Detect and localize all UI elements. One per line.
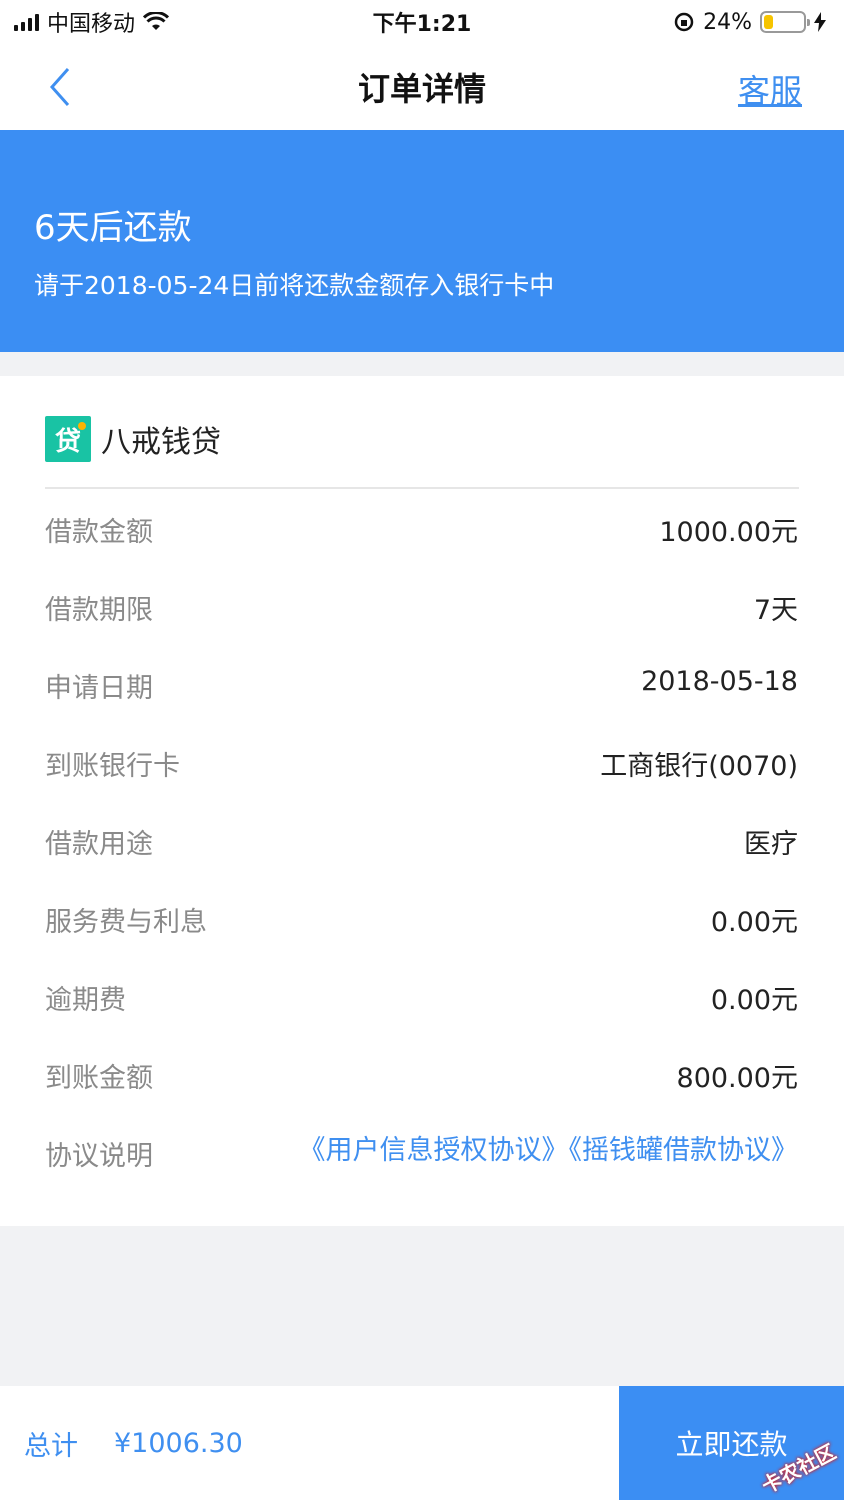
customer-service-link[interactable]: 客服: [738, 66, 802, 112]
nav-bar: 订单详情 客服: [0, 44, 844, 130]
detail-row-agreements: 协议说明 《用户信息授权协议》《摇钱罐借款协议》: [45, 1134, 798, 1214]
wifi-icon: [143, 12, 170, 30]
bottom-bar: 总计 ¥1006.30 立即还款 卡农社区: [0, 1386, 844, 1500]
agreement-links: 《用户信息授权协议》《摇钱罐借款协议》: [298, 1134, 799, 1168]
detail-label: 到账银行卡: [45, 751, 180, 782]
battery-icon: [760, 11, 810, 33]
banner-title: 6天后还款: [34, 208, 192, 248]
detail-row-apply-date: 申请日期 2018-05-18: [45, 666, 798, 706]
back-button[interactable]: [40, 62, 80, 112]
detail-label: 协议说明: [45, 1141, 153, 1172]
loan-agreement-link[interactable]: 《摇钱罐借款协议》: [569, 1135, 799, 1166]
charging-icon: [814, 12, 826, 32]
detail-value: 800.00元: [676, 1063, 798, 1094]
detail-row-overdue-fee: 逾期费 0.00元: [45, 978, 798, 1018]
detail-row-loan-term: 借款期限 7天: [45, 588, 798, 628]
detail-label: 借款期限: [45, 595, 153, 626]
detail-label: 到账金额: [45, 1063, 153, 1094]
detail-label: 服务费与利息: [45, 907, 207, 938]
battery-level: [764, 15, 774, 29]
carrier-label: 中国移动: [47, 12, 136, 37]
repay-now-button[interactable]: 立即还款 卡农社区: [619, 1386, 844, 1500]
order-detail-card: 贷 八戒钱贷 借款金额 1000.00元 借款期限 7天 申请日期 2018-0…: [0, 376, 844, 1226]
signal-icon: [14, 13, 39, 31]
detail-row-loan-purpose: 借款用途 医疗: [45, 822, 798, 862]
detail-row-loan-amount: 借款金额 1000.00元: [45, 510, 798, 550]
status-right: 24%: [673, 10, 826, 35]
detail-row-received-amount: 到账金额 800.00元: [45, 1056, 798, 1096]
status-bar: 中国移动 下午1:21 24%: [0, 0, 844, 44]
status-left: 中国移动: [14, 6, 170, 38]
detail-row-service-fee: 服务费与利息 0.00元: [45, 900, 798, 940]
detail-label: 申请日期: [45, 673, 153, 704]
rotation-lock-icon: [674, 12, 694, 32]
detail-value: 工商银行(0070): [600, 751, 798, 782]
repay-now-label: 立即还款: [675, 1429, 788, 1460]
detail-value: 0.00元: [710, 907, 798, 938]
detail-label: 借款金额: [45, 517, 153, 548]
page-title: 订单详情: [357, 70, 486, 108]
chevron-left-icon: [49, 68, 70, 106]
lender-name: 八戒钱贷: [101, 425, 221, 460]
repayment-banner: 6天后还款 请于2018-05-24日前将还款金额存入银行卡中: [0, 130, 844, 352]
detail-label: 逾期费: [45, 985, 126, 1016]
user-info-agreement-link[interactable]: 《用户信息授权协议》: [299, 1135, 569, 1166]
total-label: 总计: [24, 1430, 78, 1462]
detail-value: 2018-05-18: [641, 666, 798, 697]
detail-value: 0.00元: [710, 985, 798, 1016]
total-summary: 总计 ¥1006.30: [0, 1386, 619, 1500]
banner-subtitle: 请于2018-05-24日前将还款金额存入银行卡中: [34, 271, 555, 300]
divider: [45, 487, 799, 489]
detail-value: 7天: [753, 595, 798, 626]
battery-percent: 24%: [703, 9, 752, 35]
total-amount: ¥1006.30: [114, 1427, 243, 1459]
detail-value: 医疗: [744, 829, 798, 860]
lender-logo-icon: 贷: [45, 416, 91, 462]
detail-value: 1000.00元: [659, 517, 798, 548]
detail-label: 借款用途: [45, 829, 153, 860]
detail-row-bank-card: 到账银行卡 工商银行(0070): [45, 744, 798, 784]
lender-header: 贷 八戒钱贷: [45, 416, 221, 462]
